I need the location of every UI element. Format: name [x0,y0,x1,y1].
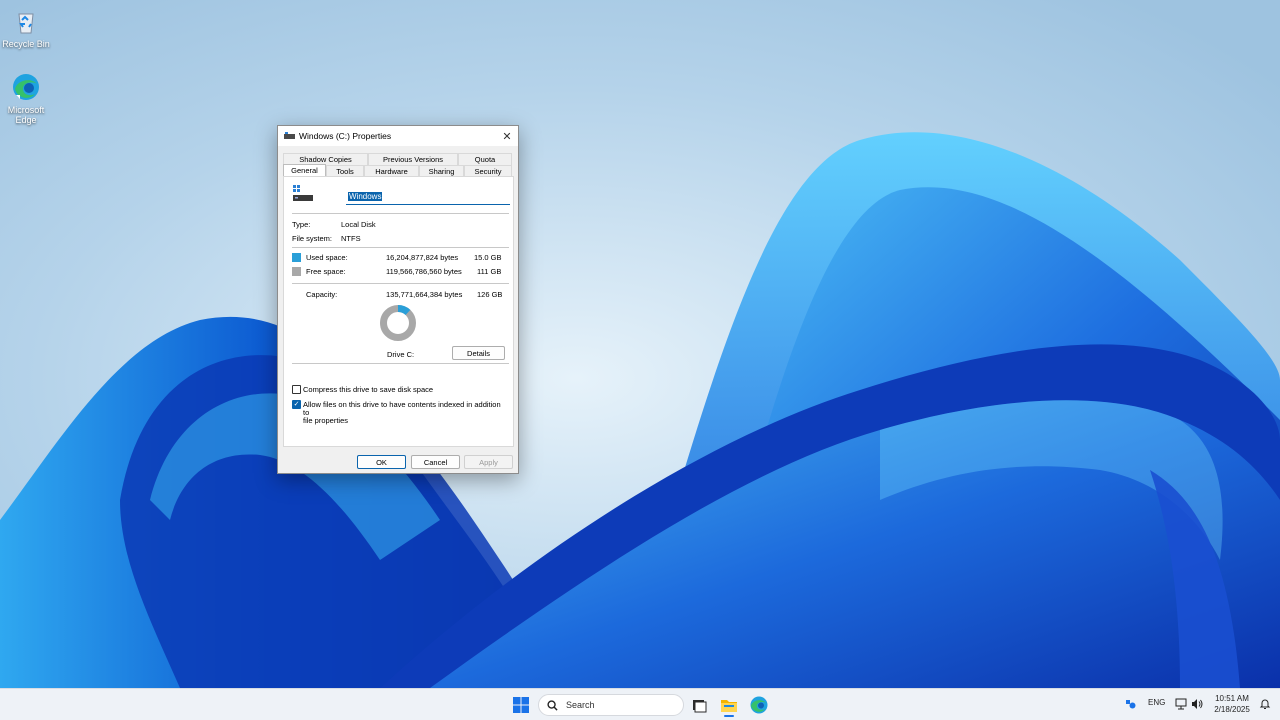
active-indicator [724,715,734,717]
separator [292,213,509,214]
desktop-wallpaper [0,0,1280,688]
capacity-size: 126 GB [477,290,503,299]
notifications-button[interactable] [1259,698,1271,712]
general-tab-panel: Windows Type: Local Disk File system: NT… [283,176,514,447]
dialog-title: Windows (C:) Properties [299,131,392,141]
edge-taskbar-button[interactable] [749,695,769,715]
used-space-size: 15.0 GB [474,253,502,262]
index-label-line1: Allow files on this drive to have conten… [303,400,501,417]
separator [292,283,509,284]
type-label: Type: [292,220,311,229]
speaker-icon [1192,699,1203,709]
language-indicator[interactable]: ENG [1148,698,1165,707]
network-button[interactable] [1175,698,1187,712]
ok-button[interactable]: OK [357,455,406,469]
file-system-label: File system: [292,234,333,243]
separator [292,363,509,364]
free-space-row: Free space: 119,566,786,560 bytes 111 GB [292,267,509,277]
search-icon [547,699,558,711]
task-view-icon [693,700,707,713]
clock-time: 10:51 AM [1215,694,1249,703]
capacity-bytes: 135,771,664,384 bytes [386,290,463,299]
close-icon: ✕ [502,130,512,143]
tab-previous-versions[interactable]: Previous Versions [368,153,458,165]
details-button[interactable]: Details [452,346,505,360]
free-space-swatch [292,267,301,276]
drive-properties-dialog: Windows (C:) Properties ✕ Shadow Copies … [277,125,519,474]
tab-quota[interactable]: Quota [458,153,512,165]
file-explorer-button[interactable] [719,695,739,717]
clock-date: 2/18/2025 [1214,705,1250,714]
desktop-icon-microsoft-edge[interactable]: Microsoft Edge [0,72,52,125]
task-view-button[interactable] [689,695,709,715]
disk-usage-donut [380,305,416,341]
type-value: Local Disk [341,220,376,229]
edge-icon [750,696,768,714]
separator [292,247,509,248]
apply-button[interactable]: Apply [464,455,513,469]
volume-button[interactable] [1191,698,1203,712]
tab-strip: Shadow Copies Previous Versions Quota Ge… [283,153,513,177]
shield-icon [1126,700,1136,709]
close-button[interactable]: ✕ [496,126,518,146]
notification-bell-icon [1259,699,1271,709]
drive-icon [284,132,295,140]
search-placeholder: Search [566,700,595,710]
donut-free-segment [380,305,416,341]
used-space-swatch [292,253,301,262]
recycle-bin-icon [11,6,41,36]
free-space-size: 111 GB [477,267,502,276]
taskbar: Search ENG 10:51 AM 2/18/2025 [0,688,1280,720]
cancel-button[interactable]: Cancel [411,455,460,469]
compress-label: Compress this drive to save disk space [303,385,434,394]
tray-security-icon[interactable] [1124,698,1136,712]
desktop-icon-label: Recycle Bin [2,39,50,49]
start-icon [513,697,529,713]
file-system-value: NTFS [341,234,361,243]
start-button[interactable] [510,695,532,715]
dialog-titlebar[interactable]: Windows (C:) Properties ✕ [278,126,518,146]
taskbar-clock[interactable]: 10:51 AM 2/18/2025 [1208,693,1256,715]
free-space-label: Free space: [306,267,346,276]
drive-letter-label: Drive C: [387,350,415,359]
taskbar-search[interactable]: Search [538,694,684,716]
used-space-bytes: 16,204,877,824 bytes [386,253,459,262]
network-icon [1175,698,1187,710]
used-space-label: Used space: [306,253,348,262]
file-explorer-icon [721,700,737,712]
index-label-line2: file properties [303,416,349,425]
drive-name-text: Windows [348,192,383,201]
used-space-row: Used space: 16,204,877,824 bytes 15.0 GB [292,253,509,263]
desktop-icon-recycle-bin[interactable]: Recycle Bin [0,6,52,49]
drive-name-input[interactable]: Windows [346,189,510,205]
free-space-bytes: 119,566,786,560 bytes [386,267,462,276]
edge-icon [11,72,41,102]
compress-checkbox[interactable] [292,385,301,394]
index-label: Allow files on this drive to have conten… [303,401,508,425]
index-checkbox[interactable]: ✓ [292,400,301,409]
capacity-label: Capacity: [306,290,338,299]
desktop-icon-label: Microsoft Edge [7,105,45,125]
hard-drive-icon [293,185,313,203]
checkmark-icon: ✓ [293,401,300,408]
